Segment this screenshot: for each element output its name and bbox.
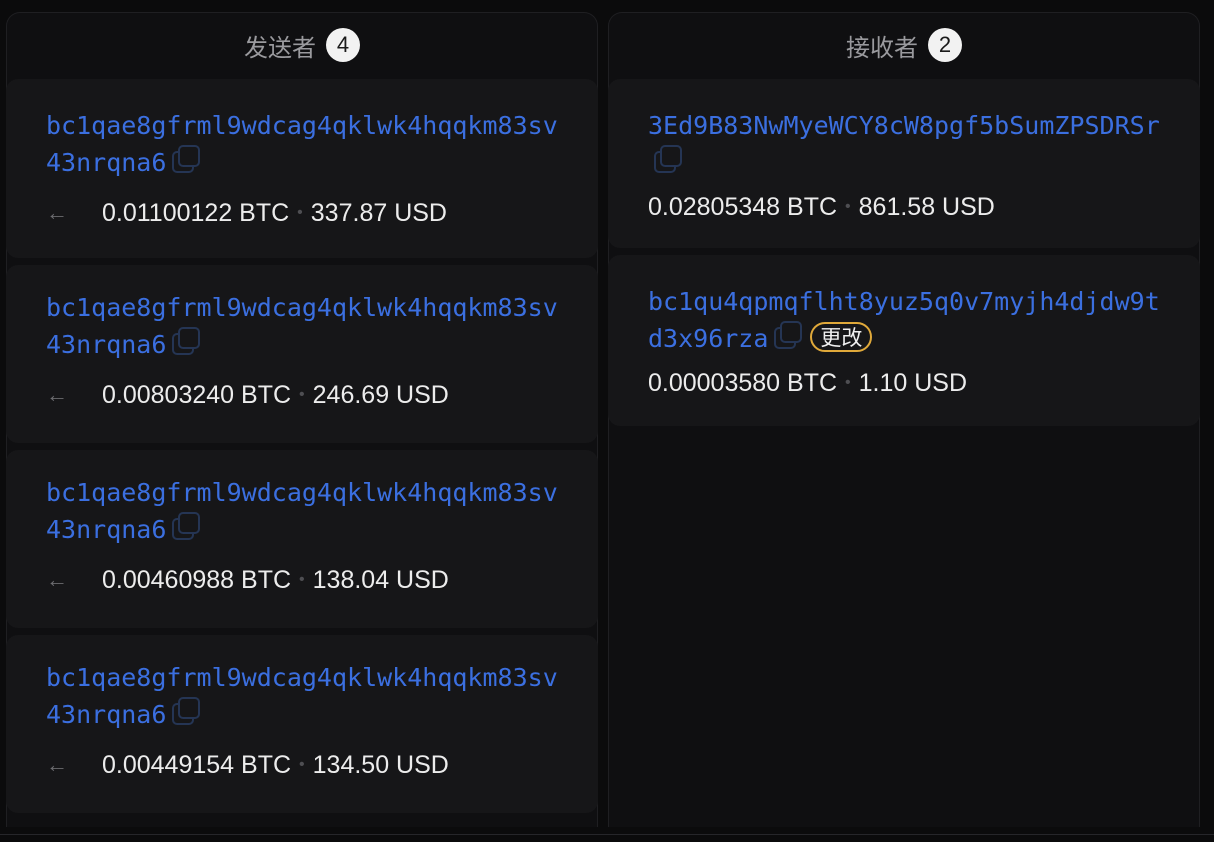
receivers-title: 接收者	[846, 34, 918, 62]
sender-amount-line: ← 0.01100122 BTC • 337.87 USD	[46, 193, 558, 233]
receiver-address: bc1qu4qpmqflht8yuz5q0v7myjh4djdw9td3x96r…	[648, 283, 1168, 357]
sender-btc-amount: 0.01100122 BTC	[102, 198, 290, 227]
sender-card: bc1qae8gfrml9wdcag4qklwk4hqqkm83sv43nrqn…	[6, 265, 598, 443]
sender-card: bc1qae8gfrml9wdcag4qklwk4hqqkm83sv43nrqn…	[6, 450, 598, 628]
sender-amount-line: ← 0.00803240 BTC • 246.69 USD	[46, 375, 558, 415]
receiver-btc-amount: 0.00003580 BTC	[648, 368, 838, 397]
receivers-list: 3Ed9B83NwMyeWCY8cW8pgf5bSumZPSDRSr 0.028…	[608, 79, 1200, 426]
transaction-io-panel: 发送者 4 bc1qae8gfrml9wdcag4qklwk4hqqkm83sv…	[0, 0, 1214, 842]
separator-dot: •	[845, 198, 851, 215]
receiver-card: bc1qu4qpmqflht8yuz5q0v7myjh4djdw9td3x96r…	[608, 255, 1200, 426]
separator-dot: •	[299, 756, 305, 773]
sender-amount-line: ← 0.00460988 BTC • 138.04 USD	[46, 560, 558, 600]
separator-dot: •	[299, 571, 305, 588]
sender-btc-amount: 0.00449154 BTC	[102, 750, 292, 779]
sender-usd-amount: 134.50 USD	[312, 750, 449, 779]
receiver-address-link[interactable]: bc1qu4qpmqflht8yuz5q0v7myjh4djdw9td3x96r…	[648, 287, 1160, 353]
copy-icon[interactable]	[172, 145, 202, 175]
copy-icon[interactable]	[172, 697, 202, 727]
receiver-usd-amount: 1.10 USD	[858, 368, 968, 397]
receiver-amount-line: 0.00003580 BTC • 1.10 USD	[648, 363, 1160, 403]
arrow-left-icon: ←	[46, 752, 68, 777]
copy-icon[interactable]	[774, 321, 804, 351]
receivers-column: 接收者 2 3Ed9B83NwMyeWCY8cW8pgf5bSumZPSDRSr…	[608, 12, 1200, 827]
sender-btc-amount: 0.00460988 BTC	[102, 565, 292, 594]
sender-usd-amount: 246.69 USD	[312, 380, 449, 409]
senders-count-badge: 4	[326, 28, 360, 62]
sender-address: bc1qae8gfrml9wdcag4qklwk4hqqkm83sv43nrqn…	[46, 289, 566, 363]
receiver-address-link[interactable]: 3Ed9B83NwMyeWCY8cW8pgf5bSumZPSDRSr	[648, 111, 1160, 140]
sender-address-link[interactable]: bc1qae8gfrml9wdcag4qklwk4hqqkm83sv43nrqn…	[46, 111, 558, 177]
senders-list: bc1qae8gfrml9wdcag4qklwk4hqqkm83sv43nrqn…	[6, 79, 598, 813]
arrow-left-icon: ←	[46, 200, 68, 225]
receiver-usd-amount: 861.58 USD	[858, 192, 995, 221]
senders-title: 发送者	[244, 34, 316, 62]
sender-address-link[interactable]: bc1qae8gfrml9wdcag4qklwk4hqqkm83sv43nrqn…	[46, 293, 558, 359]
copy-icon[interactable]	[654, 145, 684, 175]
sender-amount-line: ← 0.00449154 BTC • 134.50 USD	[46, 745, 558, 785]
copy-icon[interactable]	[172, 327, 202, 357]
receiver-amount-line: 0.02805348 BTC • 861.58 USD	[648, 187, 1160, 227]
bottom-divider	[0, 834, 1214, 835]
copy-icon[interactable]	[172, 512, 202, 542]
sender-address-link[interactable]: bc1qae8gfrml9wdcag4qklwk4hqqkm83sv43nrqn…	[46, 478, 558, 544]
sender-address: bc1qae8gfrml9wdcag4qklwk4hqqkm83sv43nrqn…	[46, 474, 566, 548]
sender-btc-amount: 0.00803240 BTC	[102, 380, 292, 409]
arrow-left-icon: ←	[46, 382, 68, 407]
sender-card: bc1qae8gfrml9wdcag4qklwk4hqqkm83sv43nrqn…	[6, 79, 598, 258]
sender-address: bc1qae8gfrml9wdcag4qklwk4hqqkm83sv43nrqn…	[46, 659, 566, 733]
sender-card: bc1qae8gfrml9wdcag4qklwk4hqqkm83sv43nrqn…	[6, 635, 598, 813]
sender-usd-amount: 337.87 USD	[310, 198, 447, 227]
change-badge: 更改	[810, 322, 873, 352]
receivers-count-badge: 2	[928, 28, 962, 62]
receiver-card: 3Ed9B83NwMyeWCY8cW8pgf5bSumZPSDRSr 0.028…	[608, 79, 1200, 248]
sender-address: bc1qae8gfrml9wdcag4qklwk4hqqkm83sv43nrqn…	[46, 107, 566, 181]
receiver-btc-amount: 0.02805348 BTC	[648, 192, 838, 221]
arrow-left-icon: ←	[46, 567, 68, 592]
separator-dot: •	[845, 374, 851, 391]
separator-dot: •	[297, 204, 303, 221]
separator-dot: •	[299, 386, 305, 403]
sender-usd-amount: 138.04 USD	[312, 565, 449, 594]
senders-column: 发送者 4 bc1qae8gfrml9wdcag4qklwk4hqqkm83sv…	[6, 12, 598, 827]
senders-header: 发送者 4	[7, 13, 597, 77]
receiver-address: 3Ed9B83NwMyeWCY8cW8pgf5bSumZPSDRSr	[648, 107, 1168, 181]
receivers-header: 接收者 2	[609, 13, 1199, 77]
sender-address-link[interactable]: bc1qae8gfrml9wdcag4qklwk4hqqkm83sv43nrqn…	[46, 663, 558, 729]
